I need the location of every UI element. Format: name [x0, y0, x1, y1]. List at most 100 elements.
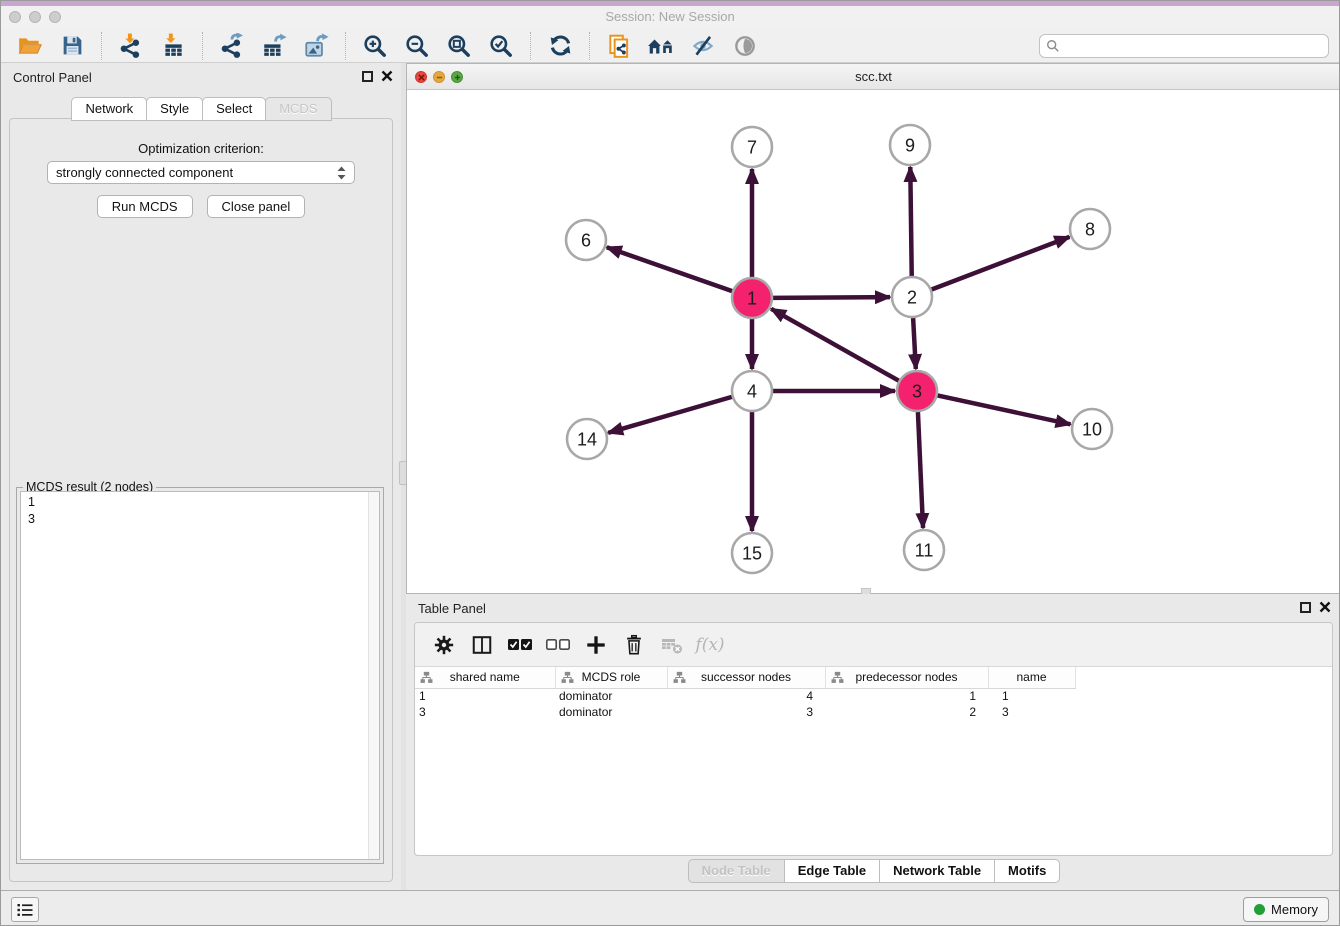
column-header-shared-name[interactable]: shared name: [415, 667, 555, 688]
import-network-button[interactable]: [116, 31, 146, 61]
first-neighbors-icon: [647, 33, 675, 59]
show-levels-button[interactable]: [11, 897, 39, 922]
tab-mcds[interactable]: MCDS: [265, 97, 331, 121]
zoom-in-icon: [362, 33, 388, 59]
node-8[interactable]: 8: [1070, 209, 1110, 249]
network-window-titlebar[interactable]: scc.txt: [407, 64, 1340, 90]
function-builder-button[interactable]: f(x): [693, 628, 727, 662]
node-3[interactable]: 3: [897, 371, 937, 411]
cell[interactable]: dominator: [555, 704, 667, 720]
node-1[interactable]: 1: [732, 278, 772, 318]
mcds-result-textarea[interactable]: 13: [20, 491, 380, 860]
tab-node-table[interactable]: Node Table: [688, 859, 785, 883]
node-4[interactable]: 4: [732, 371, 772, 411]
float-panel-icon[interactable]: [362, 71, 373, 82]
cell[interactable]: dominator: [555, 688, 667, 704]
network-canvas[interactable]: 7 9 6 8 1 2 4 3 14 10 15 11: [407, 90, 1340, 593]
cell[interactable]: 1: [825, 688, 988, 704]
delete-column-button[interactable]: [617, 628, 651, 662]
result-scrollbar[interactable]: [368, 492, 379, 859]
column-header-label: name: [1016, 670, 1046, 684]
open-file-icon: [17, 33, 43, 59]
float-table-panel-icon[interactable]: [1300, 602, 1311, 613]
toolbar-separator: [589, 32, 590, 60]
unselect-all-columns-button[interactable]: [541, 628, 575, 662]
close-panel-icon[interactable]: [381, 70, 393, 82]
table-tabs: Node TableEdge TableNetwork TableMotifs: [406, 859, 1340, 883]
tab-select[interactable]: Select: [202, 97, 266, 121]
memory-button[interactable]: Memory: [1243, 897, 1329, 922]
table-header-row: shared nameMCDS rolesuccessor nodesprede…: [415, 667, 1075, 688]
close-table-panel-icon[interactable]: [1319, 601, 1331, 613]
zoom-out-button[interactable]: [402, 31, 432, 61]
edge-1-6[interactable]: [607, 247, 732, 291]
column-header-successor-nodes[interactable]: successor nodes: [667, 667, 825, 688]
column-header-MCDS-role[interactable]: MCDS role: [555, 667, 667, 688]
edge-3-1[interactable]: [771, 309, 899, 381]
search-box[interactable]: [1039, 34, 1329, 58]
column-header-predecessor-nodes[interactable]: predecessor nodes: [825, 667, 988, 688]
node-9[interactable]: 9: [890, 125, 930, 165]
show-all-button[interactable]: [730, 31, 760, 61]
open-file-button[interactable]: [15, 31, 45, 61]
node-7[interactable]: 7: [732, 127, 772, 167]
export-network-button[interactable]: [217, 31, 247, 61]
edge-4-14[interactable]: [608, 397, 732, 433]
cell[interactable]: 1: [988, 688, 1075, 704]
save-session-button[interactable]: [57, 31, 87, 61]
delete-table-button[interactable]: [655, 628, 689, 662]
export-image-icon: [303, 33, 329, 59]
hide-selected-button[interactable]: [688, 31, 718, 61]
create-column-button[interactable]: [579, 628, 613, 662]
table-body: 1dominator4113dominator323: [415, 688, 1075, 720]
edge-3-10[interactable]: [938, 395, 1071, 424]
node-6[interactable]: 6: [566, 220, 606, 260]
tab-network[interactable]: Network: [71, 97, 147, 121]
search-input[interactable]: [1064, 39, 1322, 53]
node-11[interactable]: 11: [904, 530, 944, 570]
edge-2-8[interactable]: [932, 237, 1070, 290]
cell[interactable]: 3: [667, 704, 825, 720]
tab-network-table[interactable]: Network Table: [879, 859, 995, 883]
export-table-button[interactable]: [259, 31, 289, 61]
export-image-button[interactable]: [301, 31, 331, 61]
unselect-all-columns-icon: [545, 636, 571, 654]
cell[interactable]: 3: [988, 704, 1075, 720]
import-table-button[interactable]: [158, 31, 188, 61]
cell[interactable]: 1: [415, 688, 555, 704]
tab-edge-table[interactable]: Edge Table: [784, 859, 880, 883]
cell[interactable]: 2: [825, 704, 988, 720]
control-panel-title: Control Panel: [13, 70, 92, 85]
zoom-fit-button[interactable]: [444, 31, 474, 61]
edge-3-11[interactable]: [918, 412, 923, 528]
table-settings-button[interactable]: [427, 628, 461, 662]
node-14[interactable]: 14: [567, 419, 607, 459]
show-column-panel-button[interactable]: [465, 628, 499, 662]
tab-style[interactable]: Style: [146, 97, 203, 121]
select-all-columns-button[interactable]: [503, 628, 537, 662]
column-header-name[interactable]: name: [988, 667, 1075, 688]
edge-2-3[interactable]: [913, 318, 916, 369]
cell[interactable]: 4: [667, 688, 825, 704]
table-row[interactable]: 1dominator411: [415, 688, 1075, 704]
zoom-selected-button[interactable]: [486, 31, 516, 61]
close-panel-button[interactable]: Close panel: [207, 195, 306, 218]
toolbar-separator: [345, 32, 346, 60]
edge-1-2[interactable]: [773, 297, 890, 298]
application-window: Session: New Session: [0, 0, 1340, 926]
edge-2-9[interactable]: [910, 167, 911, 276]
cell[interactable]: 3: [415, 704, 555, 720]
node-10[interactable]: 10: [1072, 409, 1112, 449]
node-15[interactable]: 15: [732, 533, 772, 573]
criterion-dropdown[interactable]: strongly connected component: [47, 161, 355, 184]
network-graph[interactable]: 7 9 6 8 1 2 4 3 14 10 15 11: [407, 90, 1340, 593]
table-row[interactable]: 3dominator323: [415, 704, 1075, 720]
zoom-in-button[interactable]: [360, 31, 390, 61]
duplicate-network-button[interactable]: [604, 31, 634, 61]
tab-motifs[interactable]: Motifs: [994, 859, 1060, 883]
first-neighbors-button[interactable]: [646, 31, 676, 61]
add-icon: [585, 634, 607, 656]
apply-layout-button[interactable]: [545, 31, 575, 61]
run-mcds-button[interactable]: Run MCDS: [97, 195, 193, 218]
node-2[interactable]: 2: [892, 277, 932, 317]
